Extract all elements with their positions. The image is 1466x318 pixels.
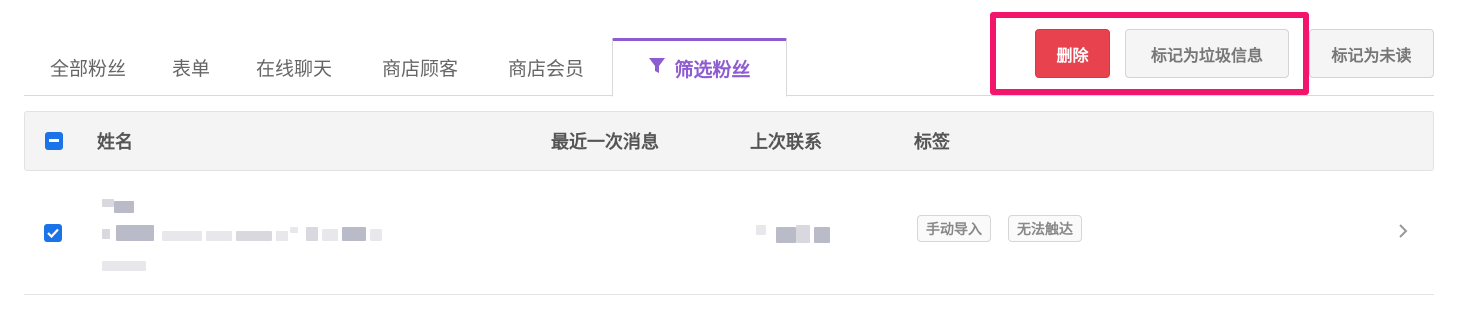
tab-label: 筛选粉丝	[674, 59, 751, 81]
table-row[interactable]: 手动导入 无法触达	[24, 171, 1434, 295]
tab-store-members[interactable]: 商店会员	[484, 38, 608, 96]
tab-live-chat[interactable]: 在线聊天	[232, 38, 356, 96]
check-icon	[47, 228, 59, 238]
column-name[interactable]: 姓名	[97, 112, 133, 170]
column-last-message[interactable]: 最近一次消息	[551, 112, 659, 170]
tab-store-customers[interactable]: 商店顾客	[358, 38, 482, 96]
column-tags[interactable]: 标签	[914, 112, 950, 170]
tab-all-fans[interactable]: 全部粉丝	[26, 38, 150, 96]
mark-spam-button[interactable]: 标记为垃圾信息	[1125, 29, 1289, 78]
table-header: 姓名 最近一次消息 上次联系 标签	[24, 111, 1434, 171]
tab-label: 商店会员	[507, 57, 584, 80]
mark-unread-button[interactable]: 标记为未读	[1309, 29, 1434, 78]
delete-button[interactable]: 删除	[1035, 29, 1110, 78]
tab-label: 商店顾客	[381, 57, 458, 80]
chevron-right-icon[interactable]	[1397, 221, 1409, 245]
column-last-contact[interactable]: 上次联系	[750, 112, 822, 170]
filter-icon	[648, 57, 674, 80]
fans-page: 全部粉丝 表单 在线聊天 商店顾客 商店会员 筛选粉丝 删除 标记为垃圾信息 标…	[0, 0, 1466, 318]
minus-icon	[49, 139, 59, 142]
tab-label: 在线聊天	[255, 57, 332, 80]
tab-label: 表单	[171, 57, 210, 80]
select-all-checkbox[interactable]	[45, 132, 63, 150]
tag-badge: 无法触达	[1008, 215, 1082, 242]
tab-filter-fans[interactable]: 筛选粉丝	[612, 38, 787, 97]
tab-forms[interactable]: 表单	[152, 38, 230, 96]
tab-label: 全部粉丝	[49, 57, 126, 80]
row-checkbox[interactable]	[44, 224, 62, 242]
tag-badge: 手动导入	[917, 215, 991, 242]
